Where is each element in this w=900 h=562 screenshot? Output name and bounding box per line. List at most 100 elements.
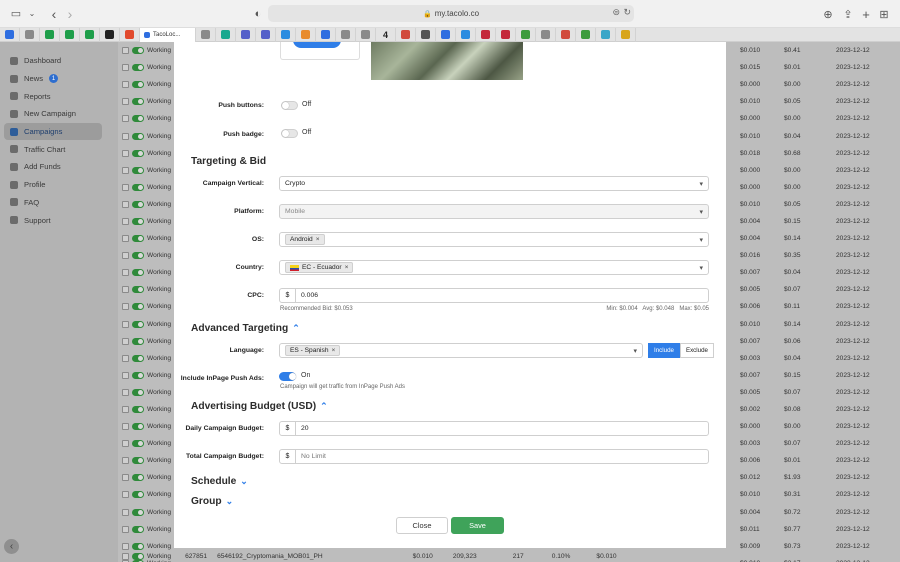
browser-tab[interactable] xyxy=(416,27,436,42)
table-row[interactable]: Working xyxy=(118,247,174,264)
status-toggle[interactable] xyxy=(132,252,144,260)
row-checkbox[interactable] xyxy=(122,354,129,362)
sidebar-item-reports[interactable]: Reports xyxy=(0,87,118,105)
status-toggle[interactable] xyxy=(132,474,144,482)
row-checkbox[interactable] xyxy=(122,47,129,55)
sidebar-item-profile[interactable]: Profile xyxy=(0,176,118,194)
status-toggle[interactable] xyxy=(132,542,144,550)
schedule-section-toggle[interactable]: Schedule ⌄ xyxy=(191,476,248,487)
status-toggle[interactable] xyxy=(132,149,144,157)
translate-icon[interactable]: ⊜ xyxy=(612,7,620,18)
inpage-toggle[interactable] xyxy=(279,372,296,381)
sidebar-item-campaigns[interactable]: Campaigns xyxy=(4,122,102,141)
shield-icon[interactable]: ◐ xyxy=(250,6,266,22)
status-toggle[interactable] xyxy=(132,183,144,191)
status-toggle[interactable] xyxy=(132,354,144,362)
table-row[interactable]: Working xyxy=(118,435,174,452)
table-row[interactable]: Working xyxy=(118,367,174,384)
os-chip[interactable]: Android × xyxy=(285,234,325,245)
table-row[interactable]: Working xyxy=(118,521,174,538)
row-checkbox[interactable] xyxy=(122,235,129,243)
row-checkbox[interactable] xyxy=(122,98,129,106)
language-select[interactable]: ES - Spanish × ▾ xyxy=(279,343,643,358)
browser-tab[interactable] xyxy=(436,27,456,42)
forward-icon[interactable]: › xyxy=(62,6,78,22)
language-chip[interactable]: ES - Spanish × xyxy=(285,345,341,356)
status-toggle[interactable] xyxy=(132,115,144,123)
browser-tab[interactable] xyxy=(60,27,80,42)
row-checkbox[interactable] xyxy=(122,491,129,499)
table-row[interactable]: Working xyxy=(118,401,174,418)
push-badge-toggle[interactable] xyxy=(281,129,298,138)
status-toggle[interactable] xyxy=(132,81,144,89)
total-budget-input[interactable]: $ No Limit xyxy=(279,449,709,464)
row-checkbox[interactable] xyxy=(122,371,129,379)
row-checkbox[interactable] xyxy=(122,269,129,277)
table-row[interactable]: Working xyxy=(118,127,174,144)
table-row[interactable]: Working xyxy=(118,110,174,127)
table-row[interactable]: Working xyxy=(118,316,174,333)
browser-tab[interactable] xyxy=(516,27,536,42)
browser-tab[interactable] xyxy=(216,27,236,42)
browser-tab[interactable] xyxy=(276,27,296,42)
browser-tab[interactable] xyxy=(236,27,256,42)
row-checkbox[interactable] xyxy=(122,457,129,465)
row-checkbox[interactable] xyxy=(122,337,129,345)
table-row[interactable]: Working xyxy=(118,298,174,315)
status-toggle[interactable] xyxy=(132,64,144,72)
browser-tab[interactable] xyxy=(536,27,556,42)
table-row[interactable]: Working xyxy=(118,76,174,93)
sidebar-toggle-icon[interactable]: ▭ xyxy=(8,6,24,22)
status-toggle[interactable] xyxy=(132,47,144,55)
row-checkbox[interactable] xyxy=(122,440,129,448)
browser-tab[interactable]: 4 xyxy=(376,27,396,42)
browser-tab[interactable] xyxy=(256,27,276,42)
row-checkbox[interactable] xyxy=(122,183,129,191)
browser-tab[interactable] xyxy=(456,27,476,42)
browser-tab[interactable] xyxy=(40,27,60,42)
row-checkbox[interactable] xyxy=(122,200,129,208)
reload-icon[interactable]: ↻ xyxy=(623,7,631,18)
save-button[interactable]: Save xyxy=(451,517,504,534)
table-row[interactable]: Working 627851 6546192_Cryptomania_MOB01… xyxy=(118,550,726,562)
table-row[interactable]: Working xyxy=(118,213,174,230)
row-checkbox[interactable] xyxy=(122,81,129,89)
table-row[interactable]: Working xyxy=(118,59,174,76)
sidebar-item-faq[interactable]: FAQ xyxy=(0,194,118,212)
row-checkbox[interactable] xyxy=(122,303,129,311)
table-row[interactable]: Working xyxy=(118,93,174,110)
browser-tab[interactable] xyxy=(20,27,40,42)
table-row[interactable]: Working xyxy=(118,504,174,521)
browser-tab-active[interactable]: TacoLoc... xyxy=(140,27,196,42)
table-row[interactable]: Working xyxy=(118,452,174,469)
status-toggle[interactable] xyxy=(132,423,144,431)
back-icon[interactable]: ‹ xyxy=(46,6,62,22)
status-toggle[interactable] xyxy=(132,337,144,345)
sidebar-item-support[interactable]: Support xyxy=(0,211,118,229)
row-checkbox[interactable] xyxy=(122,64,129,72)
row-checkbox[interactable] xyxy=(122,320,129,328)
country-select[interactable]: EC - Ecuador × ▾ xyxy=(279,260,709,275)
status-toggle[interactable] xyxy=(132,286,144,294)
browser-tab[interactable] xyxy=(296,27,316,42)
include-button[interactable]: Include xyxy=(648,343,680,358)
row-checkbox[interactable] xyxy=(122,217,129,225)
status-toggle[interactable] xyxy=(132,200,144,208)
status-toggle[interactable] xyxy=(132,388,144,396)
table-row[interactable]: Working xyxy=(118,145,174,162)
browser-tab[interactable] xyxy=(396,27,416,42)
status-toggle[interactable] xyxy=(132,406,144,414)
browser-tab[interactable] xyxy=(0,27,20,42)
close-button[interactable]: Close xyxy=(396,517,448,534)
table-row[interactable]: Working xyxy=(118,264,174,281)
row-checkbox[interactable] xyxy=(122,542,129,550)
row-checkbox[interactable] xyxy=(122,166,129,174)
row-checkbox[interactable] xyxy=(122,388,129,396)
os-select[interactable]: Android × ▾ xyxy=(279,232,709,247)
row-checkbox[interactable] xyxy=(122,508,129,516)
address-bar[interactable]: 🔒 my.tacolo.co ⊜ ↻ xyxy=(268,5,634,22)
table-row[interactable]: Working xyxy=(118,469,174,486)
browser-tab[interactable] xyxy=(80,27,100,42)
sidebar-item-new-campaign[interactable]: New Campaign xyxy=(0,105,118,123)
table-row[interactable]: Working xyxy=(118,179,174,196)
